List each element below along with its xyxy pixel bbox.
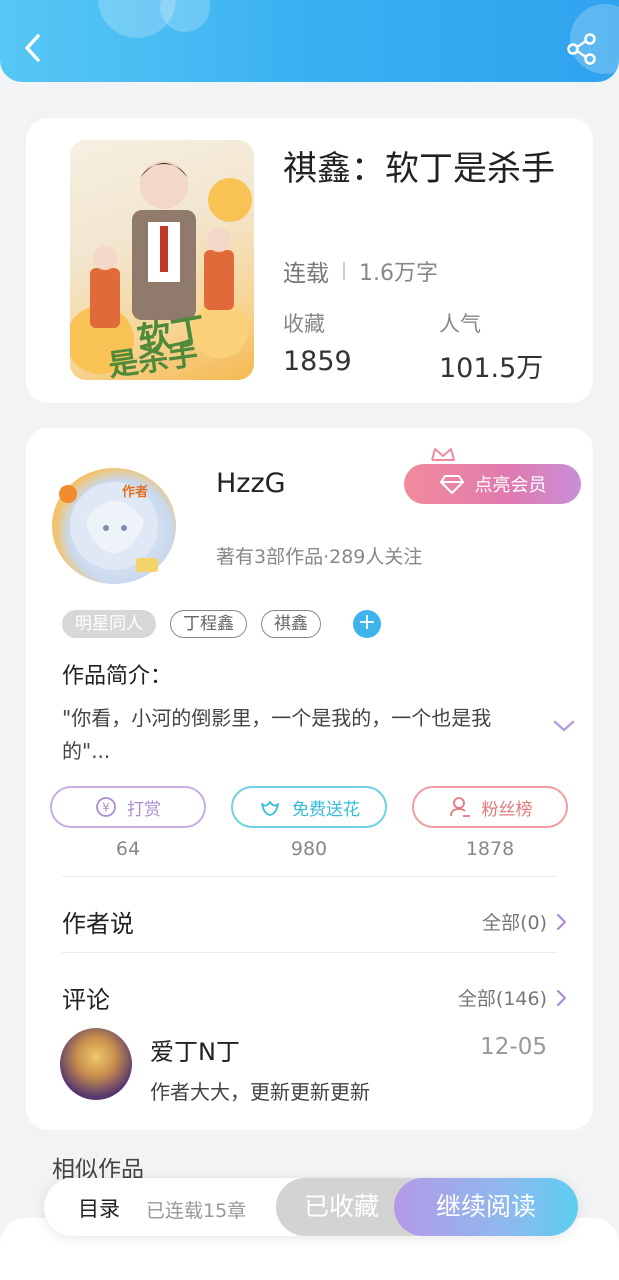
cover-illustration: 软丁 是杀手: [70, 161, 252, 380]
comments-more[interactable]: 全部(146): [458, 984, 567, 1011]
author-stats: 著有3部作品·289人关注: [216, 546, 423, 568]
share-button[interactable]: [565, 32, 599, 66]
tag-item[interactable]: 明星同人: [62, 610, 156, 638]
book-info-card: 软丁 是杀手 祺鑫：软丁是杀手 连载 1.6万字 收藏 1859 人气 101.…: [26, 118, 593, 403]
comment-text: 作者大大，更新更新更新: [150, 1080, 370, 1104]
top-header: [0, 0, 619, 82]
bottom-action-bar: 目录 已连载15章 已收藏 继续阅读: [44, 1178, 578, 1236]
divider: [62, 952, 557, 953]
divider: [62, 876, 557, 877]
author-avatar[interactable]: 作者: [52, 468, 176, 584]
book-title: 祺鑫：软丁是杀手: [283, 149, 555, 189]
add-tag-button[interactable]: +: [353, 610, 381, 638]
back-button[interactable]: [18, 28, 48, 68]
popularity-value: 101.5万: [439, 353, 544, 384]
decor-bubble: [160, 0, 210, 32]
tag-list: 明星同人 丁程鑫 祺鑫 +: [62, 610, 381, 638]
activate-membership-button[interactable]: 点亮会员: [404, 464, 581, 504]
fans-count: 1878: [465, 838, 515, 860]
word-count: 1.6万字: [359, 261, 438, 286]
author-says-more[interactable]: 全部(0): [482, 908, 567, 935]
tip-count: 64: [115, 838, 141, 860]
fan-ranking-button[interactable]: 粉丝榜: [412, 786, 568, 828]
intro-text: "你看，小河的倒影里，一个是我的，一个也是我的"...: [62, 706, 492, 763]
table-of-contents-button[interactable]: 目录: [78, 1193, 120, 1223]
tag-item[interactable]: 丁程鑫: [170, 610, 247, 638]
favorites-value: 1859: [283, 346, 352, 377]
book-meta: 连载 1.6万字: [283, 254, 438, 288]
membership-label: 点亮会员: [474, 475, 547, 496]
avatar-illustration: 作者: [59, 482, 158, 572]
fan-ranking-label: 粉丝榜: [481, 799, 533, 820]
flower-icon: [261, 801, 279, 816]
comment-date: 12-05: [480, 1034, 547, 1060]
favorites-label: 收藏: [283, 312, 325, 336]
tag-item[interactable]: 祺鑫: [261, 610, 321, 638]
meta-divider: [343, 262, 345, 280]
svg-text:作者: 作者: [122, 484, 148, 500]
intro-heading: 作品简介：: [62, 664, 173, 689]
chevron-right-icon: [556, 989, 567, 1006]
crown-icon: [431, 448, 455, 461]
tip-button[interactable]: ¥ 打赏: [50, 786, 206, 828]
fan-ranking-icon: [449, 797, 470, 817]
send-flower-label: 免费送花: [292, 799, 360, 820]
send-flower-button[interactable]: 免费送花: [231, 786, 387, 828]
comments-count: 全部(146): [457, 988, 547, 1010]
continue-reading-button[interactable]: 继续阅读: [394, 1178, 578, 1236]
chevron-left-icon: [25, 34, 40, 62]
popularity-label: 人气: [439, 312, 481, 336]
chapter-status: 已连载15章: [146, 1200, 247, 1222]
chevron-right-icon: [556, 913, 567, 930]
commenter-name[interactable]: 爱丁N丁: [150, 1032, 240, 1067]
comments-title: 评论: [62, 986, 110, 1014]
chevron-down-icon[interactable]: [552, 718, 576, 734]
yuan-coin-icon: ¥: [96, 797, 116, 817]
diamond-icon: [439, 475, 464, 494]
serial-status: 连载: [283, 261, 329, 287]
svg-text:¥: ¥: [102, 801, 110, 815]
flower-count: 980: [290, 838, 328, 860]
author-says-count: 全部(0): [482, 912, 547, 934]
tip-label: 打赏: [127, 799, 161, 820]
commenter-avatar[interactable]: [60, 1028, 132, 1100]
book-cover-image[interactable]: 软丁 是杀手: [70, 140, 254, 380]
author-card: 作者 HzzG 著有3部作品·289人关注 点亮会员 明星同人 丁程鑫 祺鑫 +…: [26, 428, 593, 1130]
author-name[interactable]: HzzG: [216, 468, 286, 499]
author-says-title: 作者说: [62, 910, 134, 938]
share-icon: [567, 33, 596, 65]
